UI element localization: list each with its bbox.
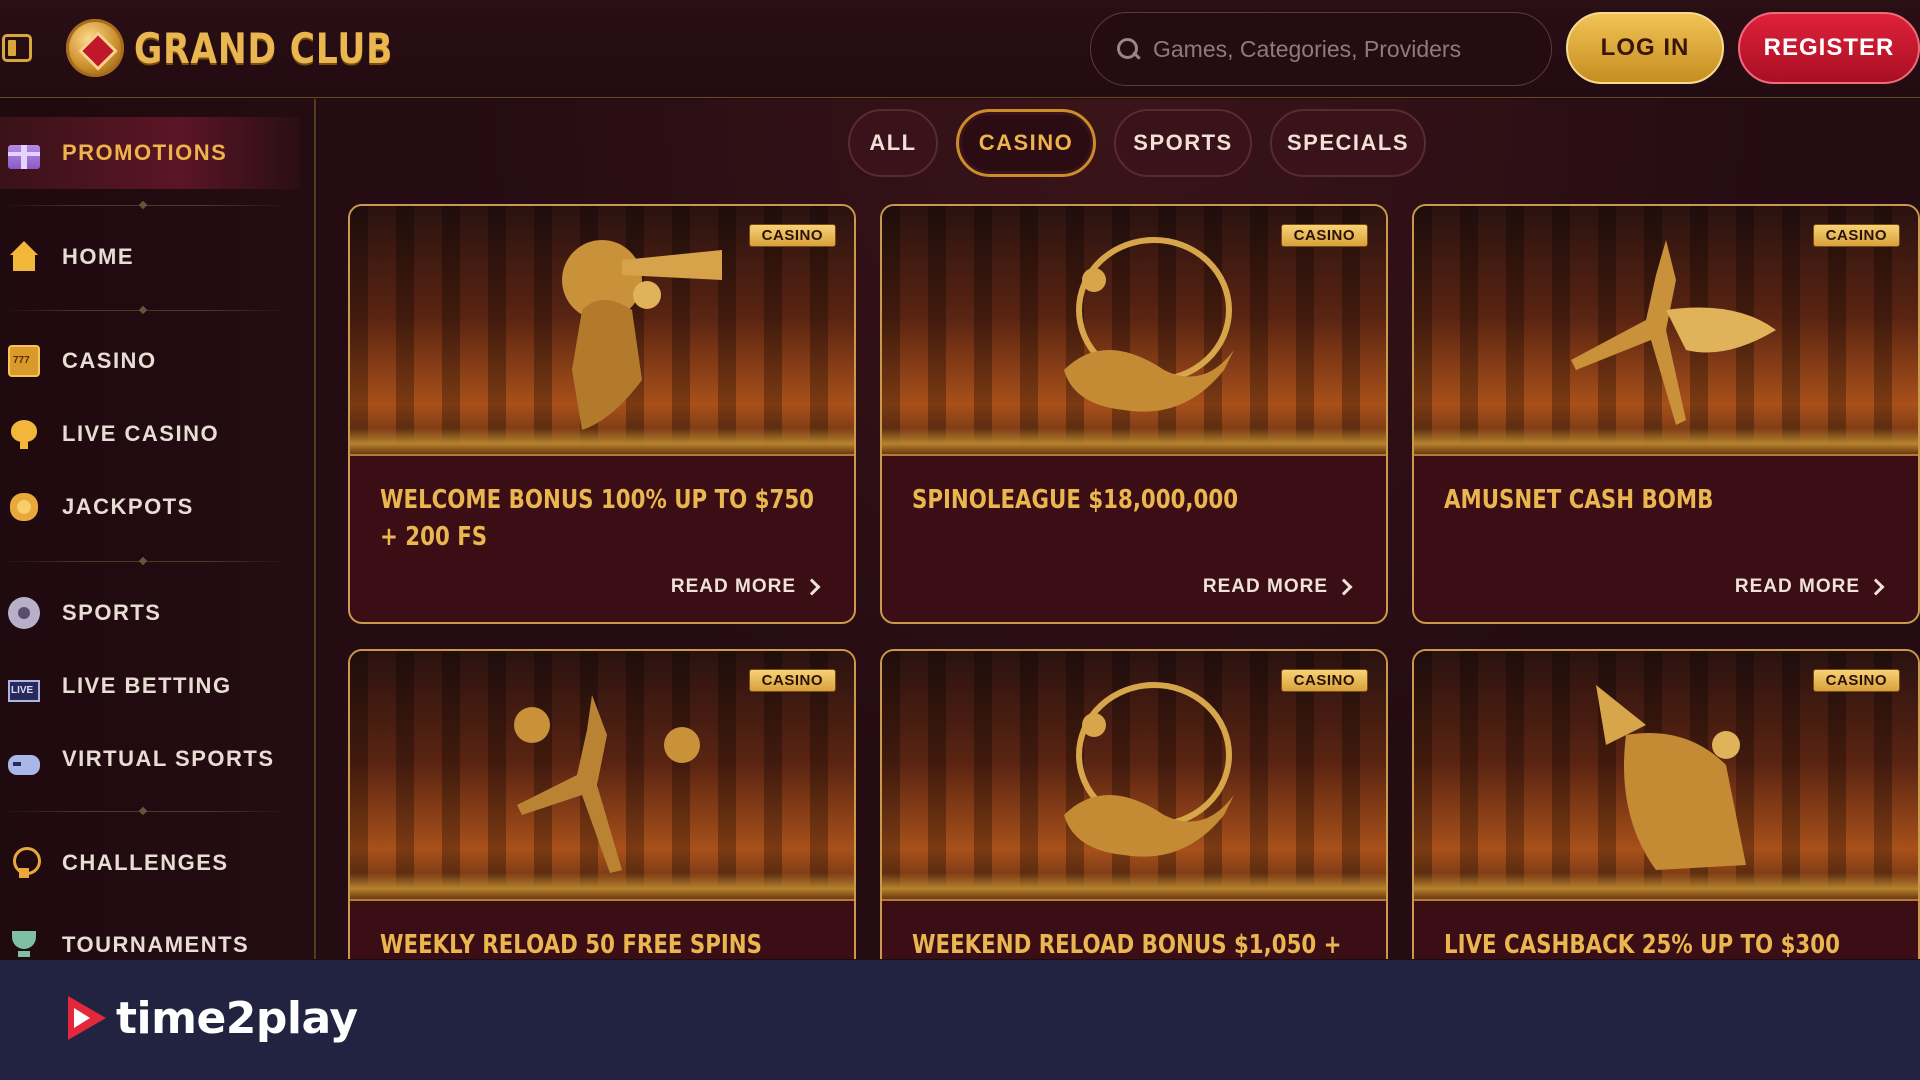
promo-card[interactable]: CASINO LIVE CASHBACK 25% UP TO $300 [1412,649,1920,959]
slot-machine-icon [8,345,40,377]
tab-sports[interactable]: SPORTS [1114,109,1252,177]
search-input[interactable] [1153,35,1533,63]
search-box[interactable] [1090,12,1552,86]
sidebar-item-label: PROMOTIONS [62,140,228,165]
home-icon [8,241,40,273]
read-more-label: READ MORE [670,576,796,597]
sidebar-item-label: LIVE BETTING [62,673,232,698]
promo-card[interactable]: CASINO SPINOLEAGUE $18,000,000 READ MORE [880,204,1388,624]
register-button[interactable]: REGISTER [1738,12,1920,84]
read-more-link[interactable]: READ MORE [670,576,821,598]
promo-image: CASINO [882,206,1386,456]
promo-title: WEEKLY RELOAD 50 FREE SPINS [380,930,763,959]
sidebar-item-home[interactable]: HOME [0,221,300,293]
sidebar-item-label: VIRTUAL SPORTS [62,746,275,771]
promo-card[interactable]: CASINO AMUSNET CASH BOMB READ MORE [1412,204,1920,624]
promo-image: CASINO [350,206,854,456]
chevron-right-icon [1335,578,1353,596]
read-more-label: READ MORE [1734,576,1860,597]
sidebar-item-live-casino[interactable]: LIVE CASINO [0,398,300,470]
category-badge: CASINO [1812,669,1900,692]
promotions-content: ALL CASINO SPORTS SPECIALS CASINO WELCOM… [318,99,1920,959]
promo-card[interactable]: CASINO WEEKLY RELOAD 50 FREE SPINS [348,649,856,959]
watermark-text: time2play [116,992,358,1044]
promo-image: CASINO [350,651,854,901]
golden-statue-image [514,695,700,873]
gamepad-icon [8,755,40,775]
casino-chip-icon [66,19,124,77]
promo-title: WEEKEND RELOAD BONUS $1,050 + [912,930,1342,959]
promo-title: SPINOLEAGUE $18,000,000 [912,485,1239,515]
live-icon [8,680,40,702]
gift-icon [8,145,40,169]
golden-statue-image [1596,685,1746,870]
spade-icon [8,418,40,450]
sidebar-item-label: SPORTS [62,600,162,625]
category-badge: CASINO [1280,224,1368,247]
chevron-right-icon [803,578,821,596]
golden-statue-image [562,240,722,430]
sidebar-item-virtual-sports[interactable]: VIRTUAL SPORTS [0,723,300,795]
sidebar-item-label: TOURNAMENTS [62,932,250,957]
chevron-right-icon [1867,578,1885,596]
category-badge: CASINO [748,224,836,247]
search-icon [1115,36,1141,62]
tab-casino[interactable]: CASINO [956,109,1096,177]
sidebar-item-label: CASINO [62,348,157,373]
brand-name: GRAND CLUB [134,23,394,73]
sidebar-item-casino[interactable]: CASINO [0,325,300,397]
promo-title: AMUSNET CASH BOMB [1444,485,1714,515]
sidebar-item-label: JACKPOTS [62,494,194,519]
read-more-label: READ MORE [1202,576,1328,597]
read-more-link[interactable]: READ MORE [1734,576,1885,598]
tab-all[interactable]: ALL [848,109,938,177]
soccer-ball-icon [8,597,40,629]
sidebar-item-challenges[interactable]: CHALLENGES [0,827,300,899]
promo-image: CASINO [1414,651,1918,901]
promo-title: LIVE CASHBACK 25% UP TO $300 [1444,930,1840,959]
sidebar-item-live-betting[interactable]: LIVE BETTING [0,650,300,722]
divider [0,205,292,206]
read-more-link[interactable]: READ MORE [1202,576,1353,598]
golden-statue-image [1064,237,1234,412]
divider [0,811,292,812]
clover-icon [8,491,40,523]
sidebar-item-jackpots[interactable]: JACKPOTS [0,471,300,543]
tab-specials[interactable]: SPECIALS [1270,109,1426,177]
sidebar-item-promotions[interactable]: PROMOTIONS [0,117,300,189]
brand-logo[interactable]: GRAND CLUB [66,18,450,78]
divider [0,561,292,562]
top-header: GRAND CLUB LOG IN REGISTER [0,0,1920,98]
play-icon [64,992,110,1044]
medal-icon [8,847,41,879]
promo-title: WELCOME BONUS 100% UP TO $750 + 200 FS [380,485,815,552]
promo-card[interactable]: CASINO WEEKEND RELOAD BONUS $1,050 + [880,649,1388,959]
sidebar-nav: PROMOTIONS HOME CASINO LIVE CASINO JACKP… [0,99,316,959]
divider [0,310,292,311]
time2play-logo: time2play [64,992,358,1044]
trophy-icon [8,929,40,961]
golden-statue-image [1064,682,1234,857]
sidebar-item-label: LIVE CASINO [62,421,220,446]
category-badge: CASINO [748,669,836,692]
category-badge: CASINO [1280,669,1368,692]
login-button[interactable]: LOG IN [1566,12,1724,84]
promo-image: CASINO [1414,206,1918,456]
watermark-bar: time2play [0,960,1920,1080]
promo-card[interactable]: CASINO WELCOME BONUS 100% UP TO $750 + 2… [348,204,856,624]
golden-statue-image [1571,240,1776,425]
sidebar-item-sports[interactable]: SPORTS [0,577,300,649]
category-badge: CASINO [1812,224,1900,247]
sidebar-item-label: CHALLENGES [62,850,229,875]
sidebar-toggle-icon[interactable] [2,34,32,62]
promo-image: CASINO [882,651,1386,901]
sidebar-item-label: HOME [62,244,134,269]
